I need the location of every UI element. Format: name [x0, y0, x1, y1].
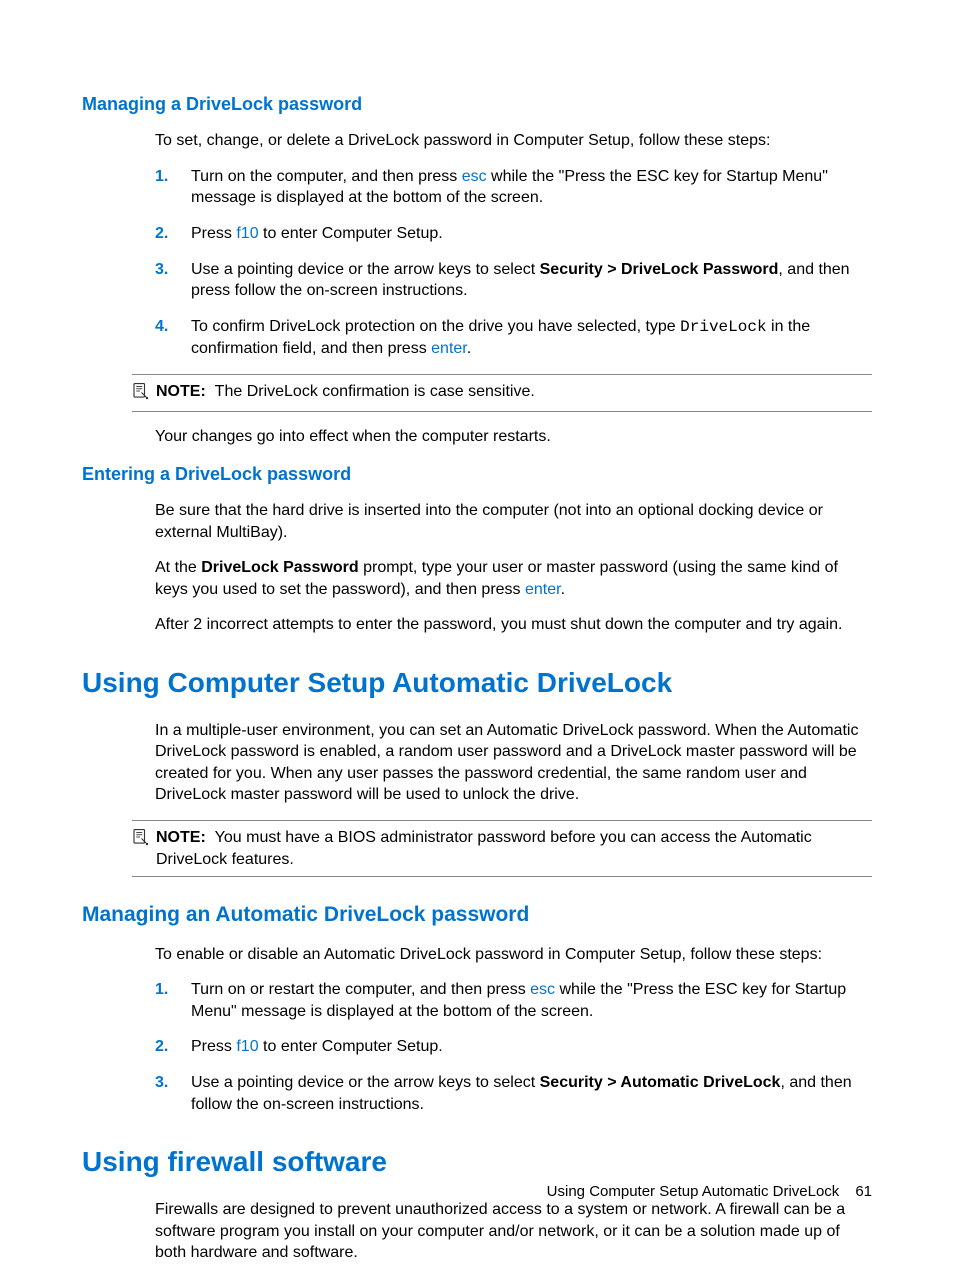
step-text: to enter Computer Setup.: [259, 1038, 443, 1055]
heading-entering-drivelock: Entering a DriveLock password: [82, 462, 872, 486]
section2-p1: Be sure that the hard drive is inserted …: [155, 500, 872, 543]
code-drivelock: DriveLock: [680, 318, 766, 336]
heading-automatic-drivelock: Using Computer Setup Automatic DriveLock: [82, 664, 872, 702]
key-esc: esc: [462, 168, 487, 185]
menu-path: Security > DriveLock Password: [540, 261, 779, 278]
page-number: 61: [855, 1183, 872, 1200]
note-body: You must have a BIOS administrator passw…: [156, 829, 812, 868]
step-text: Turn on or restart the computer, and the…: [191, 981, 530, 998]
section1-intro: To set, change, or delete a DriveLock pa…: [155, 130, 872, 152]
step-text: Turn on the computer, and then press: [191, 168, 462, 185]
document-page: Managing a DriveLock password To set, ch…: [0, 0, 954, 1270]
step-text: to enter Computer Setup.: [259, 225, 443, 242]
step-text: Use a pointing device or the arrow keys …: [191, 1074, 540, 1091]
section4-steps: 1. Turn on or restart the computer, and …: [155, 979, 872, 1115]
key-f10: f10: [236, 1038, 258, 1055]
key-enter: enter: [525, 581, 561, 598]
heading-managing-drivelock: Managing a DriveLock password: [82, 92, 872, 116]
step-4: 4. To confirm DriveLock protection on th…: [155, 316, 872, 360]
step-text: Press: [191, 225, 236, 242]
key-enter: enter: [431, 340, 467, 357]
section4-body: To enable or disable an Automatic DriveL…: [155, 944, 872, 1116]
section5-body: Firewalls are designed to prevent unauth…: [155, 1199, 872, 1264]
note-icon: [131, 382, 149, 400]
note-block-1: NOTE: The DriveLock confirmation is case…: [132, 374, 872, 412]
page-footer: Using Computer Setup Automatic DriveLock…: [547, 1182, 872, 1202]
step-1: 1. Turn on the computer, and then press …: [155, 166, 872, 209]
step-3: 3. Use a pointing device or the arrow ke…: [155, 1072, 872, 1115]
section5-p1: Firewalls are designed to prevent unauth…: [155, 1199, 872, 1264]
section2-p3: After 2 incorrect attempts to enter the …: [155, 614, 872, 636]
section3-p1: In a multiple-user environment, you can …: [155, 720, 872, 806]
p2-bold: DriveLock Password: [201, 559, 358, 576]
section2-p2: At the DriveLock Password prompt, type y…: [155, 557, 872, 600]
section2-body: Be sure that the hard drive is inserted …: [155, 500, 872, 636]
key-esc: esc: [530, 981, 555, 998]
step-text: To confirm DriveLock protection on the d…: [191, 318, 680, 335]
note-block-2: NOTE: You must have a BIOS administrator…: [132, 820, 872, 877]
step-2: 2. Press f10 to enter Computer Setup.: [155, 223, 872, 245]
note-body: The DriveLock confirmation is case sensi…: [215, 383, 535, 400]
heading-managing-auto-drivelock: Managing an Automatic DriveLock password: [82, 901, 872, 929]
p2-post: .: [561, 581, 565, 598]
step-1: 1. Turn on or restart the computer, and …: [155, 979, 872, 1022]
section1-steps: 1. Turn on the computer, and then press …: [155, 166, 872, 360]
step-2: 2. Press f10 to enter Computer Setup.: [155, 1036, 872, 1058]
section1-after: Your changes go into effect when the com…: [155, 426, 872, 448]
heading-firewall: Using firewall software: [82, 1143, 872, 1181]
step-text: .: [467, 340, 471, 357]
footer-section-title: Using Computer Setup Automatic DriveLock: [547, 1183, 840, 1200]
p2-pre: At the: [155, 559, 201, 576]
step-text: Use a pointing device or the arrow keys …: [191, 261, 540, 278]
note-text: NOTE: The DriveLock confirmation is case…: [156, 381, 872, 403]
note-label: NOTE:: [156, 383, 206, 400]
menu-path: Security > Automatic DriveLock: [540, 1074, 781, 1091]
section4-intro: To enable or disable an Automatic DriveL…: [155, 944, 872, 966]
note-icon: [131, 828, 149, 846]
note-label: NOTE:: [156, 829, 206, 846]
key-f10: f10: [236, 225, 258, 242]
note-text: NOTE: You must have a BIOS administrator…: [156, 827, 872, 870]
section1-body: To set, change, or delete a DriveLock pa…: [155, 130, 872, 360]
after-note-text: Your changes go into effect when the com…: [155, 426, 872, 448]
step-text: Press: [191, 1038, 236, 1055]
step-3: 3. Use a pointing device or the arrow ke…: [155, 259, 872, 302]
section3-body: In a multiple-user environment, you can …: [155, 720, 872, 806]
